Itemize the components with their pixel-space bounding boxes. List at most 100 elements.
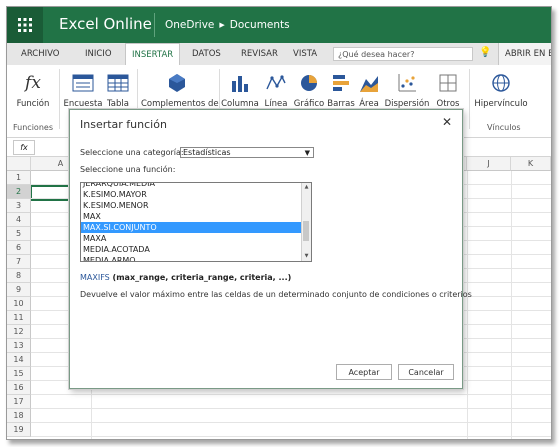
pie-chart-label: Gráfico: [293, 99, 325, 109]
function-list-item[interactable]: K.ESIMO.MENOR: [81, 200, 311, 211]
function-listbox[interactable]: JERARQUIA.MEDIA K.ESIMO.MAYOR K.ESIMO.MENO…: [80, 182, 312, 262]
row-header[interactable]: 18: [7, 409, 31, 423]
row-header[interactable]: 11: [7, 311, 31, 325]
tab-revisar[interactable]: REVISAR: [241, 49, 278, 59]
function-list-item[interactable]: K.ESIMO.MAYOR: [81, 189, 311, 200]
table-button-label: Tabla: [107, 99, 129, 109]
column-header-k[interactable]: K: [511, 157, 551, 171]
row-header[interactable]: 12: [7, 325, 31, 339]
row-header[interactable]: 1: [7, 171, 31, 185]
syntax-function-name[interactable]: MAXIFS: [80, 273, 110, 282]
row-header[interactable]: 13: [7, 339, 31, 353]
row-header[interactable]: 9: [7, 283, 31, 297]
insert-function-dialog: Insertar función ✕ Seleccione una catego…: [69, 109, 472, 389]
chevron-down-icon: ▼: [304, 149, 310, 157]
column-chart-button[interactable]: Columna: [221, 69, 259, 109]
function-button-label: Función: [16, 99, 50, 109]
insert-function-button[interactable]: fx: [13, 140, 35, 155]
row-header[interactable]: 2: [7, 185, 31, 199]
scatter-chart-icon: [383, 69, 431, 97]
cancel-button[interactable]: Cancelar: [398, 364, 454, 380]
function-list-item[interactable]: MEDIA.ARMO: [81, 255, 311, 261]
row-header[interactable]: 17: [7, 395, 31, 409]
area-chart-button[interactable]: Área: [357, 69, 381, 109]
grid-line: [31, 394, 551, 395]
scatter-chart-button[interactable]: Dispersión: [383, 69, 431, 109]
other-charts-label: Otros: [436, 99, 460, 109]
other-charts-button[interactable]: Otros: [433, 69, 463, 109]
hyperlink-button[interactable]: Hipervínculo: [473, 69, 529, 109]
table-button[interactable]: Tabla: [103, 69, 133, 109]
scroll-up-icon[interactable]: ▲: [302, 183, 311, 192]
waffle-icon: [18, 18, 32, 32]
row-header[interactable]: 16: [7, 381, 31, 395]
other-charts-icon: [433, 69, 463, 97]
ok-button[interactable]: Aceptar: [336, 364, 392, 380]
open-in-excel-button[interactable]: ABRIR EN E: [498, 43, 551, 65]
ribbon-divider: [469, 69, 470, 129]
row-header[interactable]: 19: [7, 423, 31, 437]
row-header[interactable]: 5: [7, 227, 31, 241]
function-list-item[interactable]: MEDIA.ACOTADA: [81, 244, 311, 255]
line-chart-label: Línea: [264, 99, 288, 109]
function-list-item[interactable]: MAX: [81, 211, 311, 222]
close-icon[interactable]: ✕: [442, 115, 452, 129]
select-all-corner[interactable]: [7, 157, 31, 171]
row-header[interactable]: 14: [7, 353, 31, 367]
scroll-thumb[interactable]: [303, 221, 309, 241]
row-header[interactable]: 10: [7, 297, 31, 311]
addins-button[interactable]: Complementos de: [141, 69, 219, 109]
tab-inicio[interactable]: INICIO: [85, 49, 112, 59]
syntax-arguments: (max_range, criteria_range, criteria, ..…: [109, 273, 292, 282]
bar-chart-button[interactable]: Barras: [327, 69, 355, 109]
function-syntax: MAXIFS (max_range, criteria_range, crite…: [80, 273, 291, 282]
bar-chart-icon: [327, 69, 355, 97]
group-label-funciones: Funciones: [13, 123, 53, 132]
function-list-item[interactable]: MAX.SI.CONJUNTO: [81, 222, 311, 233]
category-select[interactable]: Estadísticas ▼: [180, 147, 314, 158]
addins-button-label: Complementos de: [141, 99, 219, 109]
tab-archivo[interactable]: ARCHIVO: [21, 49, 60, 59]
title-divider: [154, 13, 155, 37]
scroll-down-icon[interactable]: ▼: [302, 252, 311, 261]
survey-icon: [63, 69, 103, 97]
grid-line: [31, 422, 551, 423]
row-header[interactable]: 7: [7, 255, 31, 269]
ribbon-divider: [59, 69, 60, 129]
row-header[interactable]: 15: [7, 367, 31, 381]
function-label: Seleccione una función:: [80, 165, 176, 174]
fx-icon: fx: [25, 73, 41, 93]
grid-line: [511, 171, 512, 439]
tab-vista[interactable]: VISTA: [293, 49, 317, 59]
pie-chart-button[interactable]: Gráfico: [291, 69, 327, 109]
column-header-j[interactable]: J: [467, 157, 511, 171]
pie-chart-icon: [291, 69, 327, 97]
survey-button-label: Encuesta: [63, 99, 103, 109]
function-list-item[interactable]: JERARQUIA.MEDIA: [81, 183, 311, 189]
line-chart-button[interactable]: Línea: [261, 69, 291, 109]
breadcrumb-documents[interactable]: Documents: [230, 19, 290, 31]
function-button[interactable]: fx Función: [13, 69, 53, 109]
tab-insertar[interactable]: INSERTAR: [125, 43, 181, 65]
tab-datos[interactable]: DATOS: [192, 49, 221, 59]
category-value: Estadísticas: [183, 148, 231, 157]
breadcrumb-onedrive[interactable]: OneDrive: [165, 19, 214, 31]
function-description: Devuelve el valor máximo entre las celda…: [80, 290, 472, 299]
listbox-scrollbar[interactable]: ▲ ▼: [301, 183, 311, 261]
group-label-vinculos: Vínculos: [487, 123, 521, 132]
excel-window: Excel Online OneDrive ▶ Documents ARCHIV…: [6, 6, 552, 440]
column-chart-icon: [221, 69, 259, 97]
row-header[interactable]: 3: [7, 199, 31, 213]
row-header[interactable]: 6: [7, 241, 31, 255]
row-header[interactable]: 8: [7, 269, 31, 283]
line-chart-icon: [261, 69, 291, 97]
survey-button[interactable]: Encuesta: [63, 69, 103, 109]
breadcrumb: OneDrive ▶ Documents: [165, 19, 290, 31]
row-header[interactable]: 4: [7, 213, 31, 227]
function-list-item[interactable]: MAXA: [81, 233, 311, 244]
category-label: Seleccione una categoría:: [80, 148, 184, 157]
area-chart-label: Área: [359, 99, 379, 109]
search-input[interactable]: ¿Qué desea hacer?: [333, 47, 473, 61]
app-launcher-button[interactable]: [7, 7, 43, 43]
table-icon: [103, 69, 133, 97]
